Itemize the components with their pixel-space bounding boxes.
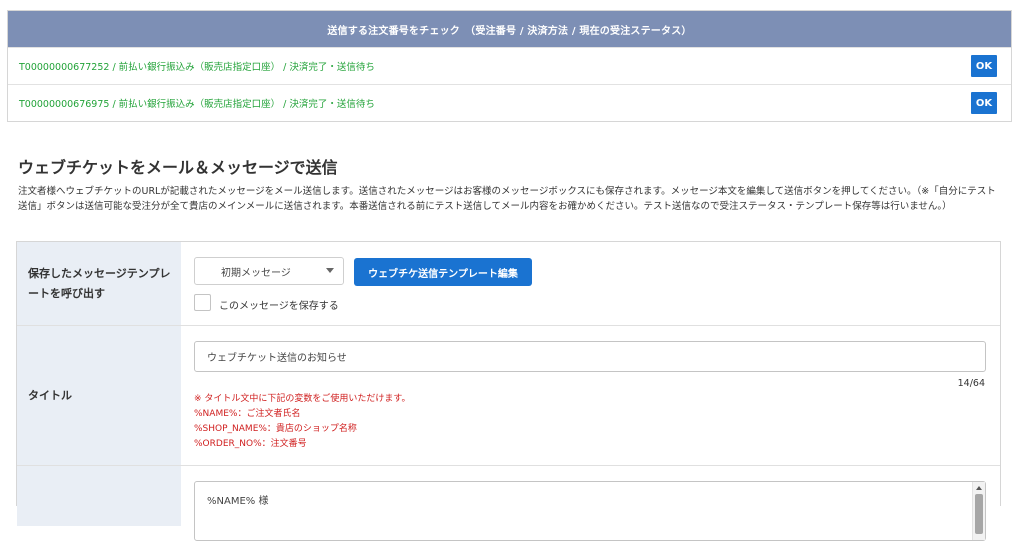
order-row: T00000000676975 / 前払い銀行振込み（販売店指定口座） / 決済… xyxy=(8,84,1011,121)
scroll-up-arrow-icon[interactable] xyxy=(976,486,982,490)
title-label: タイトル xyxy=(17,326,181,465)
ok-button[interactable]: OK xyxy=(971,55,997,77)
order-info: T00000000677252 / 前払い銀行振込み（販売店指定口座） / 決済… xyxy=(19,62,375,73)
template-label: 保存したメッセージテンプレートを呼び出す xyxy=(17,242,181,325)
body-label xyxy=(17,466,181,526)
title-input[interactable] xyxy=(194,341,986,372)
order-check-header: 送信する注文番号をチェック （受注番号 / 決済方法 / 現在の受注ステータス） xyxy=(8,11,1011,47)
body-row: %NAME% 様 xyxy=(17,466,1000,541)
title-variable-notes: ※ タイトル文中に下記の変数をご使用いただけます。 %NAME%：ご注文者氏名 … xyxy=(194,392,411,452)
edit-template-button[interactable]: ウェブチケ送信テンプレート編集 xyxy=(354,258,532,286)
ok-button[interactable]: OK xyxy=(971,92,997,114)
order-row: T00000000677252 / 前払い銀行振込み（販売店指定口座） / 決済… xyxy=(8,47,1011,84)
title-char-counter: 14/64 xyxy=(957,378,985,389)
save-message-label: このメッセージを保存する xyxy=(219,301,339,312)
template-select-value: 初期メッセージ xyxy=(221,267,291,279)
message-body-textarea[interactable]: %NAME% 様 xyxy=(194,481,986,541)
chevron-down-icon xyxy=(326,268,334,273)
message-form: 保存したメッセージテンプレートを呼び出す 初期メッセージ ウェブチケ送信テンプレ… xyxy=(16,241,1001,541)
template-select[interactable]: 初期メッセージ xyxy=(194,257,344,285)
message-body-text: %NAME% 様 xyxy=(207,496,269,507)
section-description: 注文者様へウェブチケットのURLが記載されたメッセージをメール送信します。送信さ… xyxy=(18,186,996,212)
order-info: T00000000676975 / 前払い銀行振込み（販売店指定口座） / 決済… xyxy=(19,99,375,110)
note-line: ※ タイトル文中に下記の変数をご使用いただけます。 xyxy=(194,394,411,404)
note-line: %ORDER_NO%：注文番号 xyxy=(194,439,307,449)
note-line: %SHOP_NAME%：貴店のショップ名称 xyxy=(194,424,357,434)
template-row: 保存したメッセージテンプレートを呼び出す 初期メッセージ ウェブチケ送信テンプレ… xyxy=(17,242,1000,326)
textarea-scrollbar[interactable] xyxy=(972,482,985,540)
scrollbar-thumb[interactable] xyxy=(975,494,983,534)
title-row: タイトル 14/64 ※ タイトル文中に下記の変数をご使用いただけます。 %NA… xyxy=(17,326,1000,466)
order-check-panel: 送信する注文番号をチェック （受注番号 / 決済方法 / 現在の受注ステータス）… xyxy=(7,10,1012,122)
note-line: %NAME%：ご注文者氏名 xyxy=(194,409,301,419)
section-title: ウェブチケットをメール＆メッセージで送信 xyxy=(18,158,338,177)
save-message-checkbox[interactable] xyxy=(194,294,211,311)
